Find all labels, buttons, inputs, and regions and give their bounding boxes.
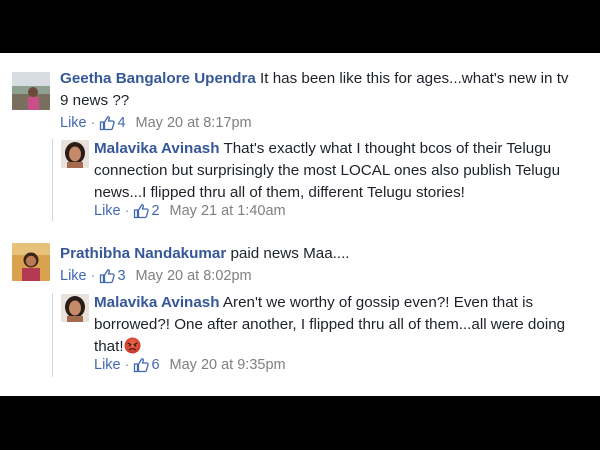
like-button[interactable]: Like (94, 203, 121, 219)
letterbox-top (0, 0, 600, 53)
thumbs-up-icon[interactable] (133, 203, 150, 219)
reply-author[interactable]: Malavika Avinash (94, 140, 220, 157)
avatar-geetha[interactable] (12, 72, 50, 110)
comment-text: paid news Maa.... (226, 245, 350, 262)
like-button[interactable]: Like (94, 357, 121, 373)
reply-indent-rule (52, 139, 53, 221)
reaction-count[interactable]: 3 (117, 268, 125, 284)
thumbs-up-icon[interactable] (99, 268, 116, 284)
like-button[interactable]: Like (60, 268, 87, 284)
avatar-malavika[interactable] (61, 140, 89, 168)
reply-author[interactable]: Malavika Avinash (94, 294, 220, 311)
angry-emoji-icon (124, 337, 141, 354)
timestamp[interactable]: May 20 at 8:17pm (136, 115, 252, 131)
comment-author[interactable]: Geetha Bangalore Upendra (60, 70, 256, 87)
separator-dot: · (90, 115, 96, 131)
timestamp[interactable]: May 20 at 9:35pm (170, 357, 286, 373)
like-button[interactable]: Like (60, 115, 87, 131)
reply-body: Malavika Avinash Aren't we worthy of gos… (94, 292, 584, 358)
thumbs-up-icon[interactable] (99, 115, 116, 131)
separator-dot: · (90, 268, 96, 284)
separator-dot: · (124, 203, 130, 219)
reply-body: Malavika Avinash That's exactly what I t… (94, 138, 584, 204)
comment-author[interactable]: Prathibha Nandakumar (60, 245, 226, 262)
comment-body: Prathibha Nandakumar paid news Maa.... (60, 243, 580, 265)
reaction-count[interactable]: 2 (151, 203, 159, 219)
avatar-prathibha[interactable] (12, 243, 50, 281)
timestamp[interactable]: May 20 at 8:02pm (136, 268, 252, 284)
reply-meta: Like · 6 May 20 at 9:35pm (94, 357, 286, 373)
comment-body: Geetha Bangalore Upendra It has been lik… (60, 68, 580, 112)
reply-meta: Like · 2 May 21 at 1:40am (94, 203, 286, 219)
separator-dot: · (124, 357, 130, 373)
comment-meta: Like · 4 May 20 at 8:17pm (60, 115, 252, 131)
thumbs-up-icon[interactable] (133, 357, 150, 373)
comment-thread: Geetha Bangalore Upendra It has been lik… (0, 53, 600, 396)
avatar-malavika[interactable] (61, 294, 89, 322)
comment-meta: Like · 3 May 20 at 8:02pm (60, 268, 252, 284)
reaction-count[interactable]: 6 (151, 357, 159, 373)
timestamp[interactable]: May 21 at 1:40am (170, 203, 286, 219)
reaction-count[interactable]: 4 (117, 115, 125, 131)
reply-indent-rule (52, 293, 53, 377)
letterbox-bottom (0, 396, 600, 450)
